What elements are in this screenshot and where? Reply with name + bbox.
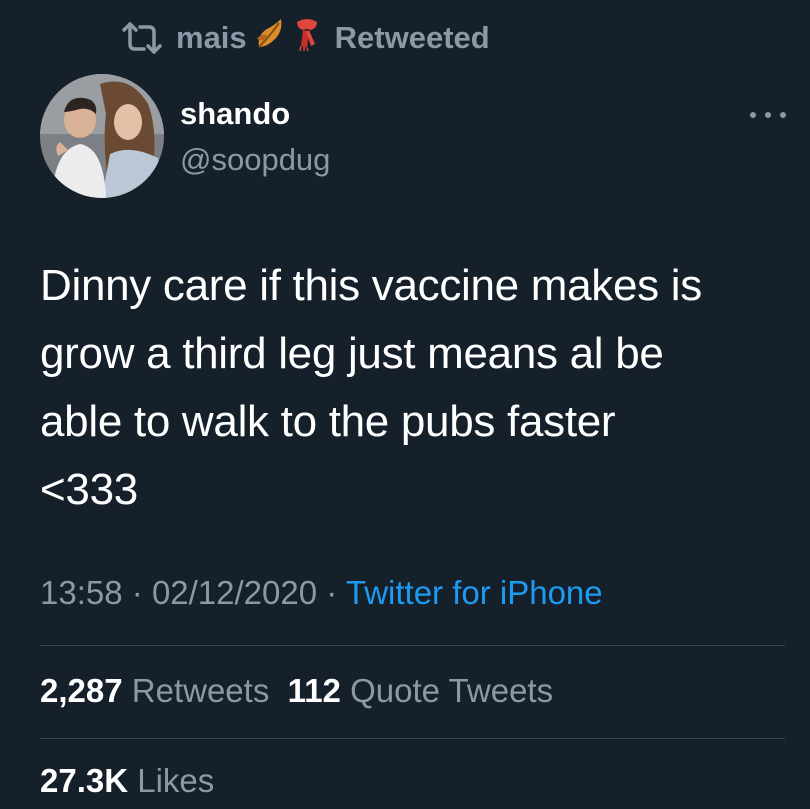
more-icon-dot <box>750 112 756 118</box>
tweet-time[interactable]: 13:58 <box>40 574 123 611</box>
quotes-label: Quote Tweets <box>350 672 554 709</box>
share-stats: 2,287 Retweets 112 Quote Tweets <box>40 672 553 710</box>
author-name[interactable]: shando <box>180 96 290 132</box>
retweets-stat[interactable]: 2,287 Retweets <box>40 672 269 709</box>
quotes-stat[interactable]: 112 Quote Tweets <box>288 672 553 709</box>
quotes-count: 112 <box>287 672 341 709</box>
retweet-context: mais Retweeted <box>120 18 490 58</box>
fallen-leaf-emoji <box>255 17 285 59</box>
meta-separator: · <box>131 574 143 611</box>
divider <box>40 738 785 739</box>
tweet-source-link[interactable]: Twitter for iPhone <box>346 574 603 611</box>
likes-label: Likes <box>137 762 215 799</box>
retweeter-name[interactable]: mais <box>176 20 247 56</box>
tweet-date[interactable]: 02/12/2020 <box>152 574 317 611</box>
retweets-count: 2,287 <box>40 672 123 709</box>
retweets-label: Retweets <box>131 672 270 709</box>
divider <box>40 645 785 646</box>
likes-stat[interactable]: 27.3K Likes <box>40 762 214 800</box>
more-options-button[interactable] <box>750 100 786 130</box>
retweet-icon <box>120 21 164 55</box>
tweet-text: Dinny care if this vaccine makes is grow… <box>40 261 702 514</box>
tweet-metadata: 13:58 · 02/12/2020 · Twitter for iPhone <box>40 574 603 612</box>
scarf-emoji <box>293 16 321 60</box>
retweeted-label: Retweeted <box>334 20 490 55</box>
author-handle[interactable]: @soopdug <box>180 142 330 178</box>
likes-count: 27.3K <box>40 762 129 799</box>
meta-separator: · <box>326 574 338 611</box>
avatar[interactable] <box>40 74 164 198</box>
more-icon-dot <box>780 112 786 118</box>
more-icon-dot <box>765 112 771 118</box>
